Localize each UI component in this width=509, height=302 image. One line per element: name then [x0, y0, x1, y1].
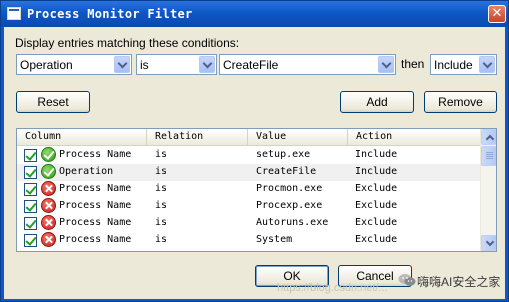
exclude-x-icon	[41, 198, 56, 213]
scroll-up-icon[interactable]	[481, 129, 496, 145]
exclude-x-icon	[41, 181, 56, 196]
row-value: CreateFile	[256, 166, 317, 177]
row-value: Procmon.exe	[256, 183, 323, 194]
row-value: System	[256, 234, 293, 245]
wechat-icon	[398, 274, 416, 286]
table-row[interactable]: Process Name is Autoruns.exe Exclude	[17, 215, 480, 232]
table-row[interactable]: Process Name is System Exclude	[17, 232, 480, 249]
include-check-icon	[41, 164, 56, 179]
table-row[interactable]: Process Name is Procexp.exe Exclude	[17, 198, 480, 215]
chevron-down-icon[interactable]	[199, 56, 215, 73]
table-row[interactable]: Process Name is Procmon.exe Exclude	[17, 181, 480, 198]
vertical-scrollbar[interactable]	[480, 129, 496, 251]
row-relation: is	[155, 183, 168, 194]
title-bar[interactable]: Process Monitor Filter ✕	[1, 1, 508, 27]
row-value: Procexp.exe	[256, 200, 323, 211]
enabled-checkbox[interactable]	[24, 149, 37, 162]
exclude-x-icon	[41, 232, 56, 247]
row-action: Exclude	[355, 217, 398, 228]
conditions-label: Display entries matching these condition…	[15, 36, 240, 50]
header-relation[interactable]: Relation	[147, 129, 248, 146]
chevron-down-icon[interactable]	[378, 56, 394, 73]
row-value: setup.exe	[256, 149, 311, 160]
row-action: Exclude	[355, 183, 398, 194]
relation-select-value: is	[140, 58, 149, 72]
column-select[interactable]: Operation	[16, 54, 132, 75]
row-action: Include	[355, 149, 398, 160]
row-column: Operation	[59, 166, 114, 177]
include-check-icon	[41, 147, 56, 162]
chevron-down-icon[interactable]	[479, 56, 495, 73]
filter-list[interactable]: Column Relation Value Action Process Nam…	[16, 128, 497, 252]
close-button[interactable]: ✕	[488, 5, 506, 23]
value-combobox[interactable]: CreateFile	[219, 54, 396, 75]
window-title: Process Monitor Filter	[27, 7, 193, 21]
process-monitor-filter-window: Process Monitor Filter ✕ Display entries…	[0, 0, 509, 302]
header-value[interactable]: Value	[248, 129, 348, 146]
action-select[interactable]: Include	[430, 54, 497, 75]
row-column: Process Name	[59, 200, 132, 211]
chevron-down-icon[interactable]	[114, 56, 130, 73]
row-relation: is	[155, 149, 168, 160]
list-header: Column Relation Value Action	[17, 129, 480, 146]
action-select-value: Include	[434, 58, 473, 72]
scroll-thumb[interactable]	[481, 146, 496, 166]
header-column[interactable]: Column	[17, 129, 147, 146]
row-action: Exclude	[355, 200, 398, 211]
window-app-icon	[7, 7, 21, 20]
header-action[interactable]: Action	[348, 129, 480, 146]
row-action: Exclude	[355, 234, 398, 245]
enabled-checkbox[interactable]	[24, 200, 37, 213]
enabled-checkbox[interactable]	[24, 217, 37, 230]
row-value: Autoruns.exe	[256, 217, 329, 228]
row-column: Process Name	[59, 149, 132, 160]
column-select-value: Operation	[20, 58, 73, 72]
relation-select[interactable]: is	[136, 54, 217, 75]
table-row[interactable]: Operation is CreateFile Include	[17, 164, 480, 181]
row-column: Process Name	[59, 234, 132, 245]
reset-button[interactable]: Reset	[16, 91, 90, 113]
then-label: then	[401, 57, 425, 71]
row-relation: is	[155, 217, 168, 228]
watermark-url: https://blog.csdn.net/...	[277, 282, 388, 294]
row-relation: is	[155, 166, 168, 177]
row-column: Process Name	[59, 217, 132, 228]
row-relation: is	[155, 200, 168, 211]
add-button[interactable]: Add	[340, 91, 414, 113]
enabled-checkbox[interactable]	[24, 234, 37, 247]
table-row[interactable]: Process Name is setup.exe Include	[17, 147, 480, 164]
watermark-brand: 嗨嗨AI安全之家	[417, 275, 501, 289]
value-combobox-value: CreateFile	[223, 58, 279, 72]
scroll-down-icon[interactable]	[481, 235, 496, 251]
row-relation: is	[155, 234, 168, 245]
enabled-checkbox[interactable]	[24, 183, 37, 196]
row-column: Process Name	[59, 183, 132, 194]
row-action: Include	[355, 166, 398, 177]
enabled-checkbox[interactable]	[24, 166, 37, 179]
remove-button[interactable]: Remove	[424, 91, 497, 113]
dialog-body: Display entries matching these condition…	[4, 27, 505, 299]
exclude-x-icon	[41, 215, 56, 230]
